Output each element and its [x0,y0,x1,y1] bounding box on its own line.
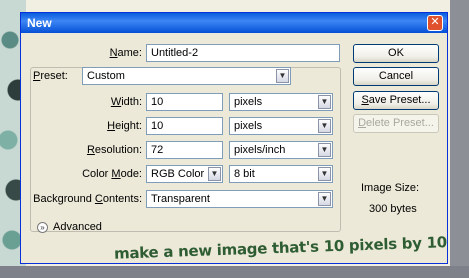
new-document-dialog: New ✕ Name: Untitled-2 Preset: Custom ▼ … [20,12,448,264]
chevron-down-icon[interactable]: ▼ [276,69,289,83]
background-contents-select[interactable]: Transparent ▼ [146,190,333,208]
preset-select[interactable]: Custom ▼ [82,67,291,85]
chevron-down-icon[interactable]: ▼ [318,95,331,109]
bit-depth-value: 8 bit [234,168,255,180]
background-gray-bottom [0,266,469,278]
advanced-label[interactable]: Advanced [53,221,102,233]
width-input[interactable]: 10 [146,93,223,111]
background-contents-label: Background Contents: [33,193,142,205]
height-unit-value: pixels [234,120,263,132]
color-mode-select[interactable]: RGB Color ▼ [146,165,223,183]
save-preset-button[interactable]: Save Preset... [353,91,439,110]
chevron-down-icon[interactable]: ▼ [318,192,331,206]
resolution-unit-value: pixels/inch [234,144,286,156]
close-button[interactable]: ✕ [427,15,443,31]
color-mode-value: RGB Color [151,168,205,180]
resolution-unit-select[interactable]: pixels/inch ▼ [229,141,333,159]
ok-button[interactable]: OK [353,44,439,63]
background-contents-value: Transparent [151,193,210,205]
width-label: Width: [110,96,142,108]
width-unit-value: pixels [234,96,263,108]
delete-preset-button[interactable]: Delete Preset... [353,114,439,133]
double-chevron-down-icon[interactable]: » [37,222,48,233]
cancel-button[interactable]: Cancel [353,67,439,86]
height-label: Height: [107,120,142,132]
preset-label: Preset: [33,70,68,82]
resolution-input[interactable]: 72 [146,141,223,159]
preset-value: Custom [87,70,125,82]
height-input[interactable]: 10 [146,117,223,135]
bit-depth-select[interactable]: 8 bit ▼ [229,165,333,183]
image-size-label: Image Size: [361,182,420,194]
image-size-value: 300 bytes [369,203,417,215]
chevron-down-icon[interactable]: ▼ [208,167,221,181]
chevron-down-icon[interactable]: ▼ [318,167,331,181]
color-mode-label: Color Mode: [82,168,142,180]
chevron-down-icon[interactable]: ▼ [318,119,331,133]
chevron-down-icon[interactable]: ▼ [318,143,331,157]
dialog-title: New [27,16,52,30]
resolution-label: Resolution: [86,144,142,156]
title-bar[interactable]: New ✕ [21,13,447,33]
background-gray-right [450,0,469,278]
name-label: Name: [109,47,142,59]
name-input[interactable]: Untitled-2 [146,44,340,62]
height-unit-select[interactable]: pixels ▼ [229,117,333,135]
width-unit-select[interactable]: pixels ▼ [229,93,333,111]
